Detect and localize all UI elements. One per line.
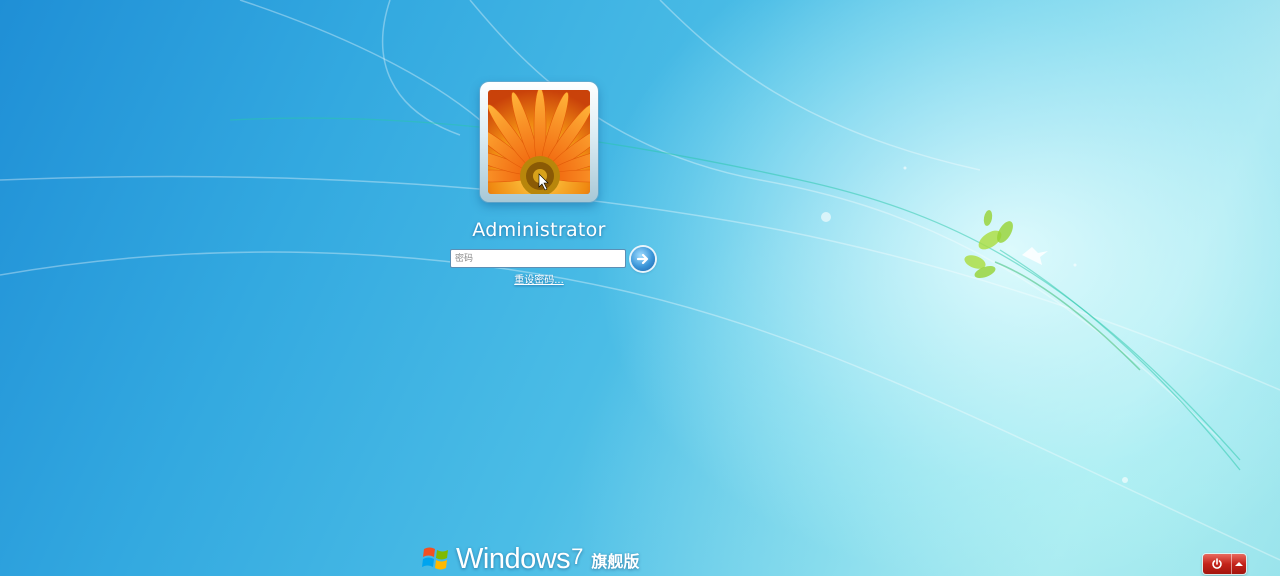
leaf-sprig-decoration — [964, 210, 1141, 371]
orange-flower-icon — [488, 90, 590, 194]
avatar — [488, 90, 590, 194]
user-avatar-tile[interactable] — [480, 82, 598, 202]
shutdown-options-button[interactable] — [1231, 554, 1246, 574]
password-input[interactable] — [450, 249, 626, 268]
arrow-right-icon — [636, 253, 649, 265]
power-controls — [1203, 554, 1246, 574]
login-screen: Administrator 重设密码... Windows 7 旗舰版 — [0, 0, 1280, 576]
product-name: Windows — [456, 543, 571, 575]
windows-branding: Windows 7 旗舰版 — [422, 540, 639, 574]
power-icon — [1212, 558, 1222, 569]
shutdown-button[interactable] — [1203, 554, 1232, 574]
background-swirls — [0, 0, 1280, 561]
user-name: Administrator — [472, 219, 606, 241]
product-version: 7 — [571, 544, 584, 569]
submit-button[interactable] — [631, 247, 655, 271]
triangle-up-icon — [1235, 562, 1244, 566]
product-edition: 旗舰版 — [591, 552, 640, 571]
reset-password-link[interactable]: 重设密码... — [500, 271, 578, 286]
windows-flag-icon — [422, 547, 448, 570]
